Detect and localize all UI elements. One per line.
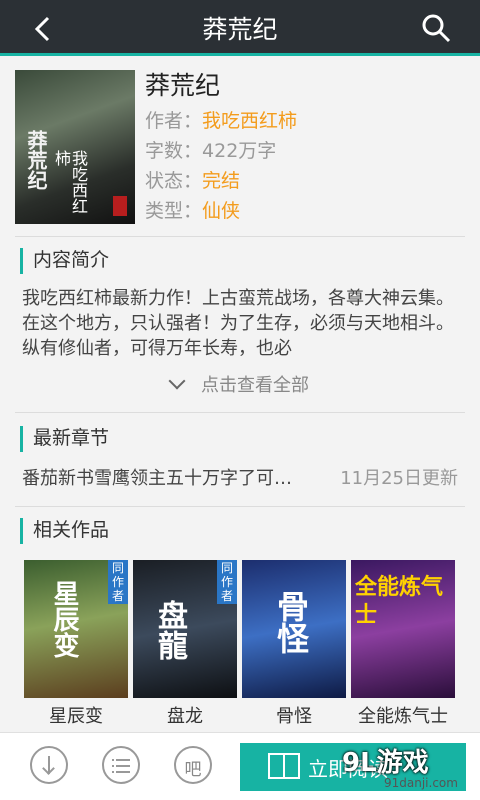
cover-text: 骨怪 xyxy=(272,590,310,654)
related-cover: 星辰变 同作者 xyxy=(24,560,128,698)
latest-heading: 最新章节 xyxy=(20,426,109,452)
cover-text: 全能炼气士 xyxy=(355,575,444,628)
related-item[interactable]: 盘龍 同作者 盘龙 xyxy=(133,560,237,730)
book-header: 莽荒纪 我吃西红柿 莽荒纪 作者：我吃西红柿 字数：422万字 状态：完结 类型… xyxy=(15,70,465,230)
type-label: 类型： xyxy=(145,200,203,222)
related-name: 星辰变 xyxy=(49,706,103,727)
divider xyxy=(15,506,465,507)
page-title: 莽荒纪 xyxy=(202,15,278,44)
expand-label: 点击查看全部 xyxy=(201,375,309,396)
intro-heading: 内容简介 xyxy=(20,248,109,274)
author-label: 作者： xyxy=(145,110,203,132)
words-row: 字数：422万字 xyxy=(145,136,297,166)
top-bar: 莽荒纪 xyxy=(0,0,480,56)
related-item[interactable]: 全能炼气士 全能炼气士 xyxy=(351,560,455,730)
list-icon-line xyxy=(116,765,130,767)
intro-text: 我吃西红柿最新力作！上古蛮荒战场，各尊大神云集。在这个地方，只认强者！为了生存，… xyxy=(22,288,454,359)
forum-label: 吧 xyxy=(184,760,202,780)
book-detail: 莽荒纪 我吃西红柿 莽荒纪 作者：我吃西红柿 字数：422万字 状态：完结 类型… xyxy=(0,56,480,732)
list-icon-line xyxy=(116,759,130,761)
related-cover: 盘龍 同作者 xyxy=(133,560,237,698)
forum-button[interactable]: 吧 xyxy=(174,746,212,784)
book-info: 莽荒纪 作者：我吃西红柿 字数：422万字 状态：完结 类型：仙侠 xyxy=(145,70,297,226)
latest-chapter-row[interactable]: 番茄新书雪鹰领主五十万字了可… 11月25日更新 xyxy=(22,465,458,493)
related-name: 骨怪 xyxy=(276,706,312,727)
list-icon-line xyxy=(116,771,130,773)
list-icon-dot xyxy=(112,765,114,767)
open-book-icon xyxy=(268,753,300,779)
divider xyxy=(15,236,465,237)
author-link[interactable]: 我吃西红柿 xyxy=(202,110,297,132)
status-row: 状态：完结 xyxy=(145,166,297,196)
catalog-button[interactable] xyxy=(102,746,140,784)
list-icon xyxy=(112,759,114,761)
search-icon[interactable] xyxy=(420,12,452,44)
latest-update-date: 11月25日更新 xyxy=(340,468,458,489)
related-name: 全能炼气士 xyxy=(358,706,448,727)
download-button[interactable] xyxy=(30,746,68,784)
status-value: 完结 xyxy=(202,170,241,192)
cover-text: 盘龍 xyxy=(152,600,187,660)
cover-badge xyxy=(113,196,127,216)
divider xyxy=(15,412,465,413)
related-name: 盘龙 xyxy=(167,706,203,727)
cover-author: 我吃西红柿 xyxy=(52,150,88,214)
watermark: 9L游戏 91danji.com xyxy=(342,742,472,792)
author-row: 作者：我吃西红柿 xyxy=(145,106,297,136)
type-link[interactable]: 仙侠 xyxy=(202,200,240,222)
book-cover[interactable]: 莽荒纪 我吃西红柿 xyxy=(15,70,135,224)
type-row: 类型：仙侠 xyxy=(145,196,297,226)
latest-chapter-title: 番茄新书雪鹰领主五十万字了可… xyxy=(22,468,292,489)
list-icon-dot xyxy=(112,771,114,773)
status-label: 状态： xyxy=(145,170,203,192)
same-author-tag: 同作者 xyxy=(217,560,237,604)
watermark-logo: 9L游戏 xyxy=(342,748,429,778)
same-author-tag: 同作者 xyxy=(108,560,128,604)
related-cover: 骨怪 xyxy=(242,560,346,698)
watermark-site: 91danji.com xyxy=(384,776,458,790)
chevron-down-icon xyxy=(168,372,186,390)
words-label: 字数： xyxy=(145,140,203,162)
words-value: 422万字 xyxy=(202,140,277,162)
related-item[interactable]: 星辰变 同作者 星辰变 xyxy=(24,560,128,730)
download-icon-arrow xyxy=(42,762,55,775)
cover-title: 莽荒纪 xyxy=(24,130,48,190)
expand-intro-button[interactable]: 点击查看全部 xyxy=(0,371,480,397)
cover-text: 星辰变 xyxy=(49,580,79,658)
related-item[interactable]: 骨怪 骨怪 xyxy=(242,560,346,730)
related-works: 星辰变 同作者 星辰变 盘龍 同作者 盘龙 骨怪 骨怪 全能炼气士 全能炼气士 xyxy=(24,560,456,730)
book-title: 莽荒纪 xyxy=(145,71,221,100)
related-heading: 相关作品 xyxy=(20,518,109,544)
related-cover: 全能炼气士 xyxy=(351,560,455,698)
